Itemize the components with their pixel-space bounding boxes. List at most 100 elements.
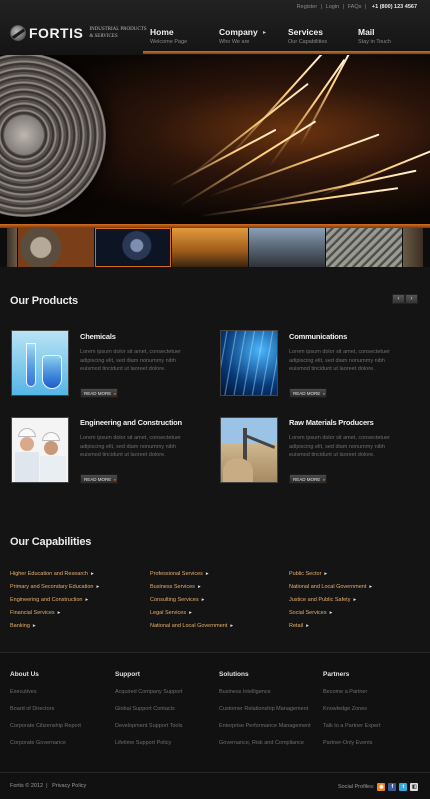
thumbnail[interactable] <box>95 228 171 267</box>
divider: | <box>320 4 323 10</box>
footer-link[interactable]: Business Intelligence <box>219 689 271 695</box>
capability-link[interactable]: Financial Services <box>10 610 55 616</box>
capability-link[interactable]: Higher Education and Research <box>10 571 88 577</box>
engineering-image[interactable] <box>11 417 69 483</box>
nav-mail[interactable]: Mail Stay in Touch <box>358 27 391 47</box>
prev-arrow-icon[interactable]: ‹ <box>392 294 405 304</box>
thumbnail[interactable] <box>249 228 325 267</box>
thumbnail[interactable] <box>403 228 423 267</box>
thumbnail[interactable] <box>7 228 17 267</box>
facebook-icon[interactable]: f <box>388 783 397 791</box>
capability-link[interactable]: Banking <box>10 623 30 629</box>
hero-slider[interactable] <box>0 55 430 224</box>
capability-link[interactable]: National and Local Government <box>289 584 366 590</box>
divider: | <box>46 783 48 789</box>
capability-item[interactable]: Justice and Public Safety ▸ <box>289 597 356 603</box>
login-link[interactable]: Login <box>326 4 339 10</box>
capability-item[interactable]: Professional Services ▸ <box>150 571 209 577</box>
shirt-shape <box>40 456 66 482</box>
footer-link[interactable]: Acquired Company Support <box>115 689 183 695</box>
capability-item[interactable]: Banking ▸ <box>10 623 36 629</box>
nav-services[interactable]: Services Our Capabilities <box>288 27 327 47</box>
divider: | <box>342 4 345 10</box>
phone-number: +1 (800) 123 4567 <box>371 4 417 10</box>
footer-link[interactable]: Lifetime Support Policy <box>115 740 171 746</box>
footer-link[interactable]: Enterprise Performance Management <box>219 723 311 729</box>
product-description: Lorem ipsum dolor sit amet, consectetuer… <box>80 435 181 458</box>
logo[interactable]: FORTIS INDUSTRIAL PRODUCTS & SERVICES <box>10 25 147 41</box>
capability-link[interactable]: Consulting Services <box>150 597 199 603</box>
arrow-icon: ▸ <box>323 477 326 482</box>
nav-company[interactable]: Company Who We are ▸ <box>219 27 266 47</box>
capability-item[interactable]: Engineering and Construction ▸ <box>10 597 88 603</box>
thumbnail[interactable] <box>326 228 402 267</box>
capability-link[interactable]: Business Services <box>150 584 195 590</box>
capability-link[interactable]: Retail <box>289 623 303 629</box>
twitter-icon[interactable]: t <box>399 783 408 791</box>
faqs-link[interactable]: FAQs <box>348 4 362 10</box>
capability-link[interactable]: National and Local Government <box>150 623 227 629</box>
footer-link[interactable]: Corporate Citizenship Report <box>10 723 81 729</box>
footer-link[interactable]: Become a Partner <box>323 689 367 695</box>
divider: | <box>364 4 367 10</box>
chemicals-image[interactable] <box>11 330 69 396</box>
capability-link[interactable]: Engineering and Construction <box>10 597 82 603</box>
footer-link[interactable]: Board of Directors <box>10 706 54 712</box>
capability-link[interactable]: Professional Services <box>150 571 203 577</box>
footer-link[interactable]: Knowledge Zones <box>323 706 367 712</box>
footer-link[interactable]: Partner-Only Events <box>323 740 373 746</box>
thumbnail[interactable] <box>18 228 94 267</box>
next-arrow-icon[interactable]: › <box>405 294 418 304</box>
capability-link[interactable]: Public Sector <box>289 571 321 577</box>
capability-item[interactable]: Financial Services ▸ <box>10 610 60 616</box>
footer-link[interactable]: Governance, Risk and Compliance <box>219 740 304 746</box>
products-slider-nav: ‹ › <box>392 294 418 304</box>
capability-link[interactable]: Primary and Secondary Education <box>10 584 93 590</box>
arrow-icon: ▸ <box>230 623 234 629</box>
register-link[interactable]: Register <box>297 4 317 10</box>
delicious-icon[interactable]: ◧ <box>410 783 419 791</box>
footer-link[interactable]: Customer Relationship Management <box>219 706 308 712</box>
capability-item[interactable]: National and Local Government ▸ <box>289 584 372 590</box>
footer-link[interactable]: Development Support Tools <box>115 723 182 729</box>
arrow-icon: ▸ <box>189 610 192 616</box>
communications-image[interactable] <box>220 330 278 396</box>
capability-item[interactable]: Higher Education and Research ▸ <box>10 571 94 577</box>
arrow-icon: ▸ <box>96 584 100 590</box>
capability-item[interactable]: Consulting Services ▸ <box>150 597 204 603</box>
read-more-button[interactable]: READ MORE ▸ <box>80 388 118 398</box>
read-more-button[interactable]: READ MORE ▸ <box>289 388 327 398</box>
capability-item[interactable]: Retail ▸ <box>289 623 309 629</box>
read-more-button[interactable]: READ MORE ▸ <box>289 474 327 484</box>
capabilities-heading: Our Capabilities <box>10 536 92 548</box>
capability-link[interactable]: Legal Services <box>150 610 186 616</box>
thumbnail[interactable] <box>172 228 248 267</box>
capability-item[interactable]: Public Sector ▸ <box>289 571 327 577</box>
rss-icon[interactable]: ◉ <box>377 783 386 791</box>
footer-link[interactable]: Executives <box>10 689 37 695</box>
product-title: Raw Materials Producers <box>289 418 374 427</box>
privacy-policy-link[interactable]: Privacy Policy <box>52 783 86 789</box>
arrow-icon: ▸ <box>57 610 61 616</box>
capability-item[interactable]: Primary and Secondary Education ▸ <box>10 584 99 590</box>
footer-link[interactable]: Global Support Contacts <box>115 706 175 712</box>
capability-item[interactable]: National and Local Government ▸ <box>150 623 233 629</box>
nav-title: Company <box>219 27 258 37</box>
arrow-icon: ▸ <box>197 584 201 590</box>
sand-pile-shape <box>223 458 253 482</box>
capability-item[interactable]: Legal Services ▸ <box>150 610 192 616</box>
nav-home[interactable]: Home Welcome Page <box>150 27 187 47</box>
footer-link[interactable]: Corporate Governance <box>10 740 66 746</box>
capability-link[interactable]: Social Services <box>289 610 327 616</box>
capability-link[interactable]: Justice and Public Safety <box>289 597 350 603</box>
arrow-icon: ▸ <box>114 391 117 396</box>
conveyor-belt-shape <box>244 434 276 449</box>
hard-hat-shape <box>18 428 36 437</box>
footer-link[interactable]: Talk to a Partner Expert <box>323 723 380 729</box>
read-more-button[interactable]: READ MORE ▸ <box>80 474 118 484</box>
capability-item[interactable]: Business Services ▸ <box>150 584 201 590</box>
raw-materials-image[interactable] <box>220 417 278 483</box>
capability-item[interactable]: Social Services ▸ <box>289 610 332 616</box>
nav-title: Home <box>150 27 174 37</box>
footer-heading: Solutions <box>219 671 249 678</box>
